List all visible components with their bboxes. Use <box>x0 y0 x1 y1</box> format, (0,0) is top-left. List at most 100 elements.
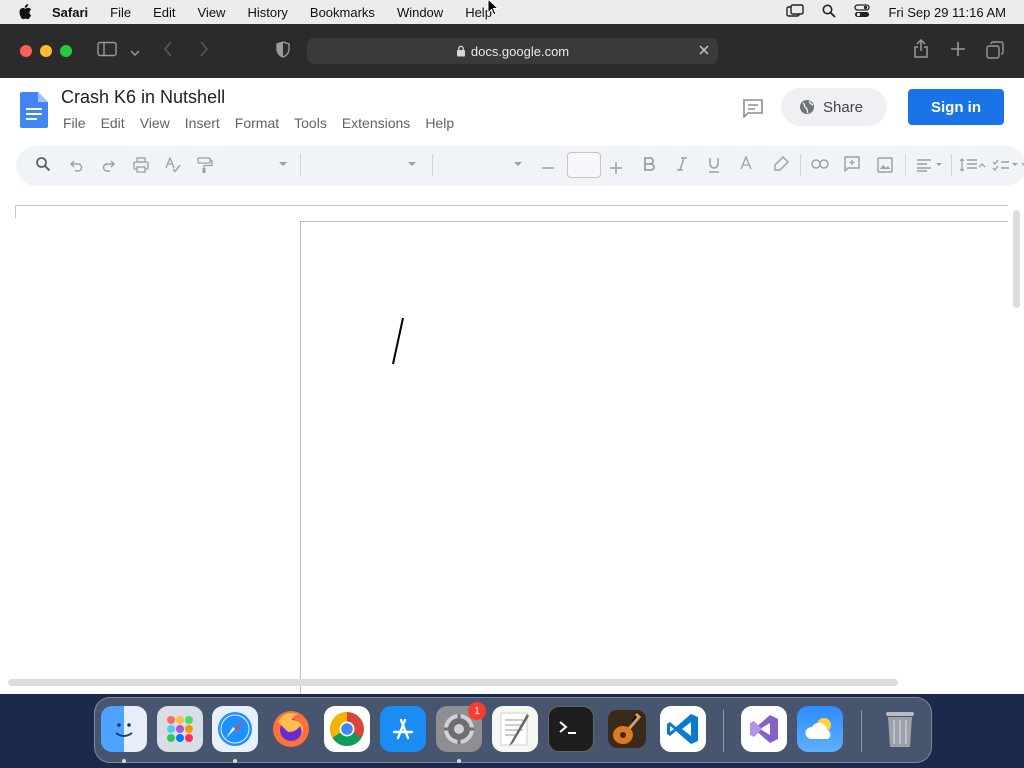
menu-file[interactable]: File <box>110 5 131 20</box>
menu-view[interactable]: View <box>198 5 226 20</box>
search-menus-icon[interactable] <box>35 156 51 172</box>
chevron-down-icon[interactable] <box>130 44 140 62</box>
textedit-icon[interactable] <box>492 706 538 752</box>
toolbar-divider <box>432 154 433 176</box>
vscode-icon[interactable] <box>660 706 706 752</box>
lock-icon <box>456 45 466 57</box>
garageband-icon[interactable] <box>604 706 650 752</box>
finder-icon[interactable] <box>101 706 147 752</box>
weather-icon[interactable] <box>797 706 843 752</box>
insert-image-icon[interactable] <box>877 157 893 173</box>
comment-history-icon[interactable] <box>742 98 764 123</box>
toolbar-divider <box>300 154 301 176</box>
undo-icon[interactable] <box>69 158 83 172</box>
docs-menu-tools[interactable]: Tools <box>294 115 327 131</box>
toolbar-divider <box>800 154 801 176</box>
trash-icon[interactable] <box>877 706 923 752</box>
mouse-pointer-icon <box>487 0 500 16</box>
sign-in-button[interactable]: Sign in <box>908 89 1004 125</box>
zoom-dropdown-arrow-icon[interactable] <box>278 161 288 167</box>
dock-running-indicator <box>122 759 126 763</box>
dock-separator <box>723 710 724 752</box>
document-page[interactable] <box>300 221 1008 694</box>
bold-icon[interactable] <box>643 157 655 171</box>
share-icon[interactable] <box>913 38 929 64</box>
chrome-icon[interactable] <box>324 706 370 752</box>
menu-edit[interactable]: Edit <box>153 5 175 20</box>
docs-menu-help[interactable]: Help <box>425 115 454 131</box>
checklist-icon[interactable] <box>992 158 1024 172</box>
screen-mirroring-icon[interactable] <box>786 3 805 21</box>
spelling-check-icon[interactable] <box>165 157 181 173</box>
horizontal-ruler <box>15 205 1008 218</box>
share-button[interactable]: Share <box>781 88 887 126</box>
tab-overview-icon[interactable] <box>986 41 1004 64</box>
address-bar[interactable]: docs.google.com <box>307 38 718 64</box>
menu-bookmarks[interactable]: Bookmarks <box>310 5 375 20</box>
document-canvas <box>0 188 1024 694</box>
menubar-clock[interactable]: Fri Sep 29 11:16 AM <box>888 5 1006 20</box>
dock-running-indicator <box>233 759 237 763</box>
docs-menu-view[interactable]: View <box>140 115 170 131</box>
dock-separator <box>861 710 862 752</box>
menu-window[interactable]: Window <box>397 5 443 20</box>
add-comment-icon[interactable] <box>844 156 860 172</box>
apple-menu-icon[interactable] <box>18 4 38 20</box>
launchpad-icon[interactable] <box>157 706 203 752</box>
visual-studio-icon[interactable] <box>741 706 787 752</box>
font-size-input[interactable] <box>567 152 601 178</box>
back-icon[interactable] <box>163 41 173 62</box>
increase-font-size-icon[interactable] <box>610 162 622 174</box>
text-cursor-icon <box>392 317 404 365</box>
globe-icon <box>799 99 815 115</box>
text-color-icon[interactable] <box>740 156 752 170</box>
docs-menu-format[interactable]: Format <box>235 115 279 131</box>
share-button-label: Share <box>823 98 864 116</box>
styles-dropdown-arrow-icon[interactable] <box>407 161 417 167</box>
control-center-icon[interactable] <box>854 3 871 21</box>
toolbar-divider <box>951 154 952 176</box>
menu-app-name[interactable]: Safari <box>52 5 88 20</box>
toolbar-divider <box>905 154 906 176</box>
safari-window: docs.google.com Crash K6 in Nutshell Fil… <box>0 24 1024 694</box>
docs-menu-extensions[interactable]: Extensions <box>342 115 410 131</box>
line-spacing-icon[interactable] <box>959 158 987 172</box>
print-icon[interactable] <box>133 157 149 173</box>
align-dropdown-icon[interactable] <box>916 158 946 172</box>
dock: 1 <box>94 697 932 763</box>
sidebar-toggle-icon[interactable] <box>97 41 117 62</box>
italic-icon[interactable] <box>676 157 688 171</box>
firefox-icon[interactable] <box>268 706 314 752</box>
dock-running-indicator <box>457 759 461 763</box>
docs-header: Crash K6 in Nutshell File Edit View Inse… <box>0 78 1024 142</box>
close-window-button[interactable] <box>20 45 32 57</box>
menu-history[interactable]: History <box>247 5 287 20</box>
system-settings-icon[interactable]: 1 <box>436 702 486 752</box>
terminal-icon[interactable] <box>548 706 594 752</box>
docs-menu-insert[interactable]: Insert <box>185 115 220 131</box>
docs-menu-file[interactable]: File <box>63 115 86 131</box>
highlight-color-icon[interactable] <box>773 156 789 172</box>
forward-icon[interactable] <box>199 41 209 62</box>
clear-url-icon[interactable] <box>696 42 712 58</box>
font-dropdown-arrow-icon[interactable] <box>513 161 523 167</box>
paint-format-icon[interactable] <box>197 157 213 174</box>
docs-menu-edit[interactable]: Edit <box>101 115 125 131</box>
underline-icon[interactable] <box>707 157 721 173</box>
new-tab-icon[interactable] <box>950 41 966 62</box>
redo-icon[interactable] <box>102 158 116 172</box>
privacy-shield-icon[interactable] <box>276 41 290 63</box>
insert-link-icon[interactable] <box>811 159 829 169</box>
zoom-window-button[interactable] <box>60 45 72 57</box>
horizontal-scrollbar[interactable] <box>8 679 898 686</box>
safari-icon[interactable] <box>212 706 258 752</box>
vertical-scrollbar[interactable] <box>1013 210 1020 308</box>
document-title[interactable]: Crash K6 in Nutshell <box>61 87 225 108</box>
google-docs-logo-icon[interactable] <box>20 92 48 133</box>
menu-bar: Safari File Edit View History Bookmarks … <box>0 0 1024 24</box>
decrease-font-size-icon[interactable] <box>542 166 554 170</box>
safari-toolbar: docs.google.com <box>0 24 1024 78</box>
minimize-window-button[interactable] <box>40 45 52 57</box>
spotlight-search-icon[interactable] <box>822 4 837 21</box>
app-store-icon[interactable] <box>380 706 426 752</box>
